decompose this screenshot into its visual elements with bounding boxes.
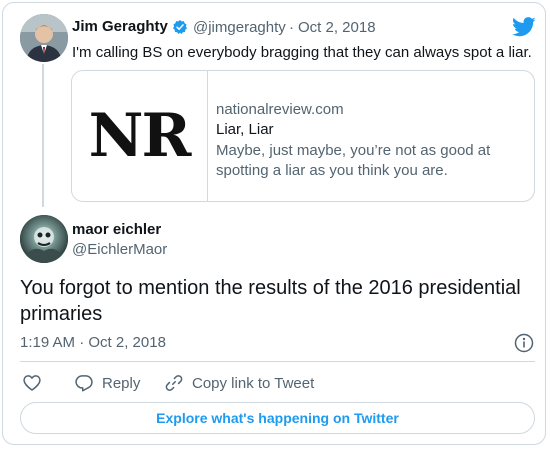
main-author-handle[interactable]: @EichlerMaor [72, 241, 167, 258]
avatar-jim-geraghty[interactable] [20, 14, 68, 62]
reply-icon [75, 375, 93, 392]
reply-label: Reply [102, 374, 141, 392]
parent-author-handle[interactable]: @jimgeraghty [193, 19, 286, 36]
parent-tweet-text: I'm calling BS on everybody bragging tha… [72, 44, 532, 61]
avatar-maor-eichler[interactable] [20, 215, 68, 263]
main-tweet-timestamp[interactable]: 1:19 AM · Oct 2, 2018 [20, 334, 166, 351]
twitter-bird-icon[interactable] [512, 17, 536, 37]
link-title: Liar, Liar [216, 121, 274, 138]
link-domain: nationalreview.com [216, 101, 344, 118]
copy-link-button[interactable]: Copy link to Tweet [164, 373, 314, 393]
link-icon [165, 375, 183, 391]
info-icon[interactable] [514, 333, 534, 353]
like-button[interactable] [22, 373, 50, 393]
embedded-tweet-card: Jim Geraghty @jimgeraghty · Oct 2, 2018 … [2, 2, 546, 445]
reply-button[interactable]: Reply [74, 373, 140, 393]
parent-author-name[interactable]: Jim Geraghty [72, 18, 168, 35]
thread-connector-line [42, 64, 44, 207]
national-review-logo: NR [88, 101, 192, 171]
separator-dot: · [289, 19, 294, 36]
main-tweet-text: You forgot to mention the results of the… [20, 277, 521, 325]
verified-badge-icon [172, 19, 188, 35]
link-thumbnail: NR [72, 71, 208, 201]
copy-link-label: Copy link to Tweet [192, 374, 315, 392]
explore-twitter-button[interactable]: Explore what's happening on Twitter [20, 402, 535, 434]
divider [20, 361, 535, 362]
main-author-name[interactable]: maor eichler [72, 221, 161, 238]
link-preview-card[interactable]: NR nationalreview.com Liar, Liar Maybe, … [71, 70, 535, 202]
parent-tweet-date[interactable]: Oct 2, 2018 [298, 19, 376, 36]
link-description: Maybe, just maybe, you’re not as good at… [216, 142, 491, 179]
heart-icon [23, 375, 41, 391]
